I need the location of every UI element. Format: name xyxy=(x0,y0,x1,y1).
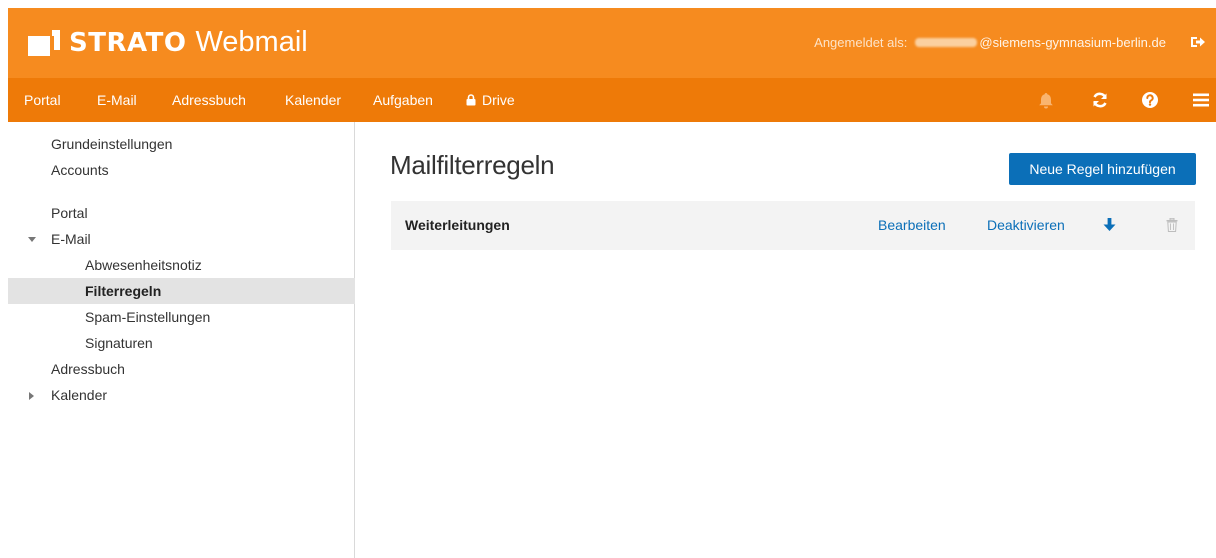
sidebar-item-signaturen[interactable]: Signaturen xyxy=(8,330,355,356)
nav-aufgaben-label: Aufgaben xyxy=(373,92,433,108)
strato-logo[interactable]: STRATO Webmail xyxy=(28,26,308,59)
sidebar-item-label: Filterregeln xyxy=(85,283,162,299)
redacted-username xyxy=(915,38,978,47)
sidebar-item-label: Signaturen xyxy=(85,335,153,351)
brand-name: STRATO xyxy=(69,27,187,58)
sidebar-item-label: Grundeinstellungen xyxy=(51,136,173,152)
chevron-down-icon[interactable] xyxy=(28,237,36,242)
edit-rule-link[interactable]: Bearbeiten xyxy=(878,217,946,233)
sidebar-item-label: Portal xyxy=(51,205,88,221)
lock-icon xyxy=(466,94,476,106)
sidebar-item-label: Abwesenheitsnotiz xyxy=(85,257,202,273)
top-header: STRATO Webmail Angemeldet als: @siemens-… xyxy=(8,8,1216,78)
strato-logo-icon xyxy=(28,29,60,56)
bell-icon[interactable] xyxy=(1037,91,1055,109)
rule-name: Weiterleitungen xyxy=(405,217,510,233)
menu-icon[interactable] xyxy=(1192,91,1210,109)
nav-email[interactable]: E-Mail xyxy=(97,78,137,122)
trash-icon[interactable] xyxy=(1166,218,1178,232)
sidebar-item-email[interactable]: E-Mail xyxy=(8,226,355,252)
sidebar-item-label: Accounts xyxy=(51,162,109,178)
nav-email-label: E-Mail xyxy=(97,92,137,108)
sidebar-item-abwesenheitsnotiz[interactable]: Abwesenheitsnotiz xyxy=(8,252,355,278)
sidebar-item-label: Kalender xyxy=(51,387,108,403)
sidebar-item-label: E-Mail xyxy=(51,231,91,247)
add-rule-button[interactable]: Neue Regel hinzufügen xyxy=(1009,153,1196,185)
user-label: Angemeldet als: xyxy=(814,35,908,50)
nav-adressbuch[interactable]: Adressbuch xyxy=(172,78,246,122)
user-email: @siemens-gymnasium-berlin.de xyxy=(979,35,1166,50)
nav-kalender-label: Kalender xyxy=(285,92,342,108)
nav-drive-label: Drive xyxy=(482,92,515,108)
sidebar-item-adressbuch[interactable]: Adressbuch xyxy=(8,356,355,382)
arrow-down-icon[interactable] xyxy=(1103,218,1116,232)
sidebar-item-grundeinstellungen[interactable]: Grundeinstellungen xyxy=(8,131,355,157)
nav-kalender[interactable]: Kalender xyxy=(285,78,341,122)
sidebar-item-accounts[interactable]: Accounts xyxy=(8,157,355,183)
sidebar-item-spam-einstellungen[interactable]: Spam-Einstellungen xyxy=(8,304,355,330)
filter-rule-row: Weiterleitungen Bearbeiten Deaktivieren xyxy=(391,201,1195,250)
settings-sidebar: Grundeinstellungen Accounts Portal E-Mai… xyxy=(8,122,355,558)
nav-adressbuch-label: Adressbuch xyxy=(172,92,246,108)
chevron-right-icon[interactable] xyxy=(29,392,34,400)
logout-icon[interactable] xyxy=(1190,34,1206,50)
nav-aufgaben[interactable]: Aufgaben xyxy=(373,78,433,122)
nav-portal-label: Portal xyxy=(24,92,61,108)
main-nav: Portal E-Mail Adressbuch Kalender Aufgab… xyxy=(8,78,1216,122)
product-name: Webmail xyxy=(195,26,308,58)
nav-portal[interactable]: Portal xyxy=(24,78,61,122)
sidebar-item-label: Adressbuch xyxy=(51,361,125,377)
sidebar-item-filterregeln[interactable]: Filterregeln xyxy=(8,278,355,304)
sidebar-item-portal[interactable]: Portal xyxy=(8,200,355,226)
help-icon[interactable] xyxy=(1141,91,1159,109)
sidebar-item-label: Spam-Einstellungen xyxy=(85,309,211,325)
sidebar-item-kalender[interactable]: Kalender xyxy=(8,382,355,408)
nav-drive[interactable]: Drive xyxy=(466,78,515,122)
logged-in-user: Angemeldet als: @siemens-gymnasium-berli… xyxy=(814,35,1166,50)
deactivate-rule-link[interactable]: Deaktivieren xyxy=(987,217,1065,233)
page-title: Mailfilterregeln xyxy=(390,150,555,180)
refresh-icon[interactable] xyxy=(1091,91,1109,109)
